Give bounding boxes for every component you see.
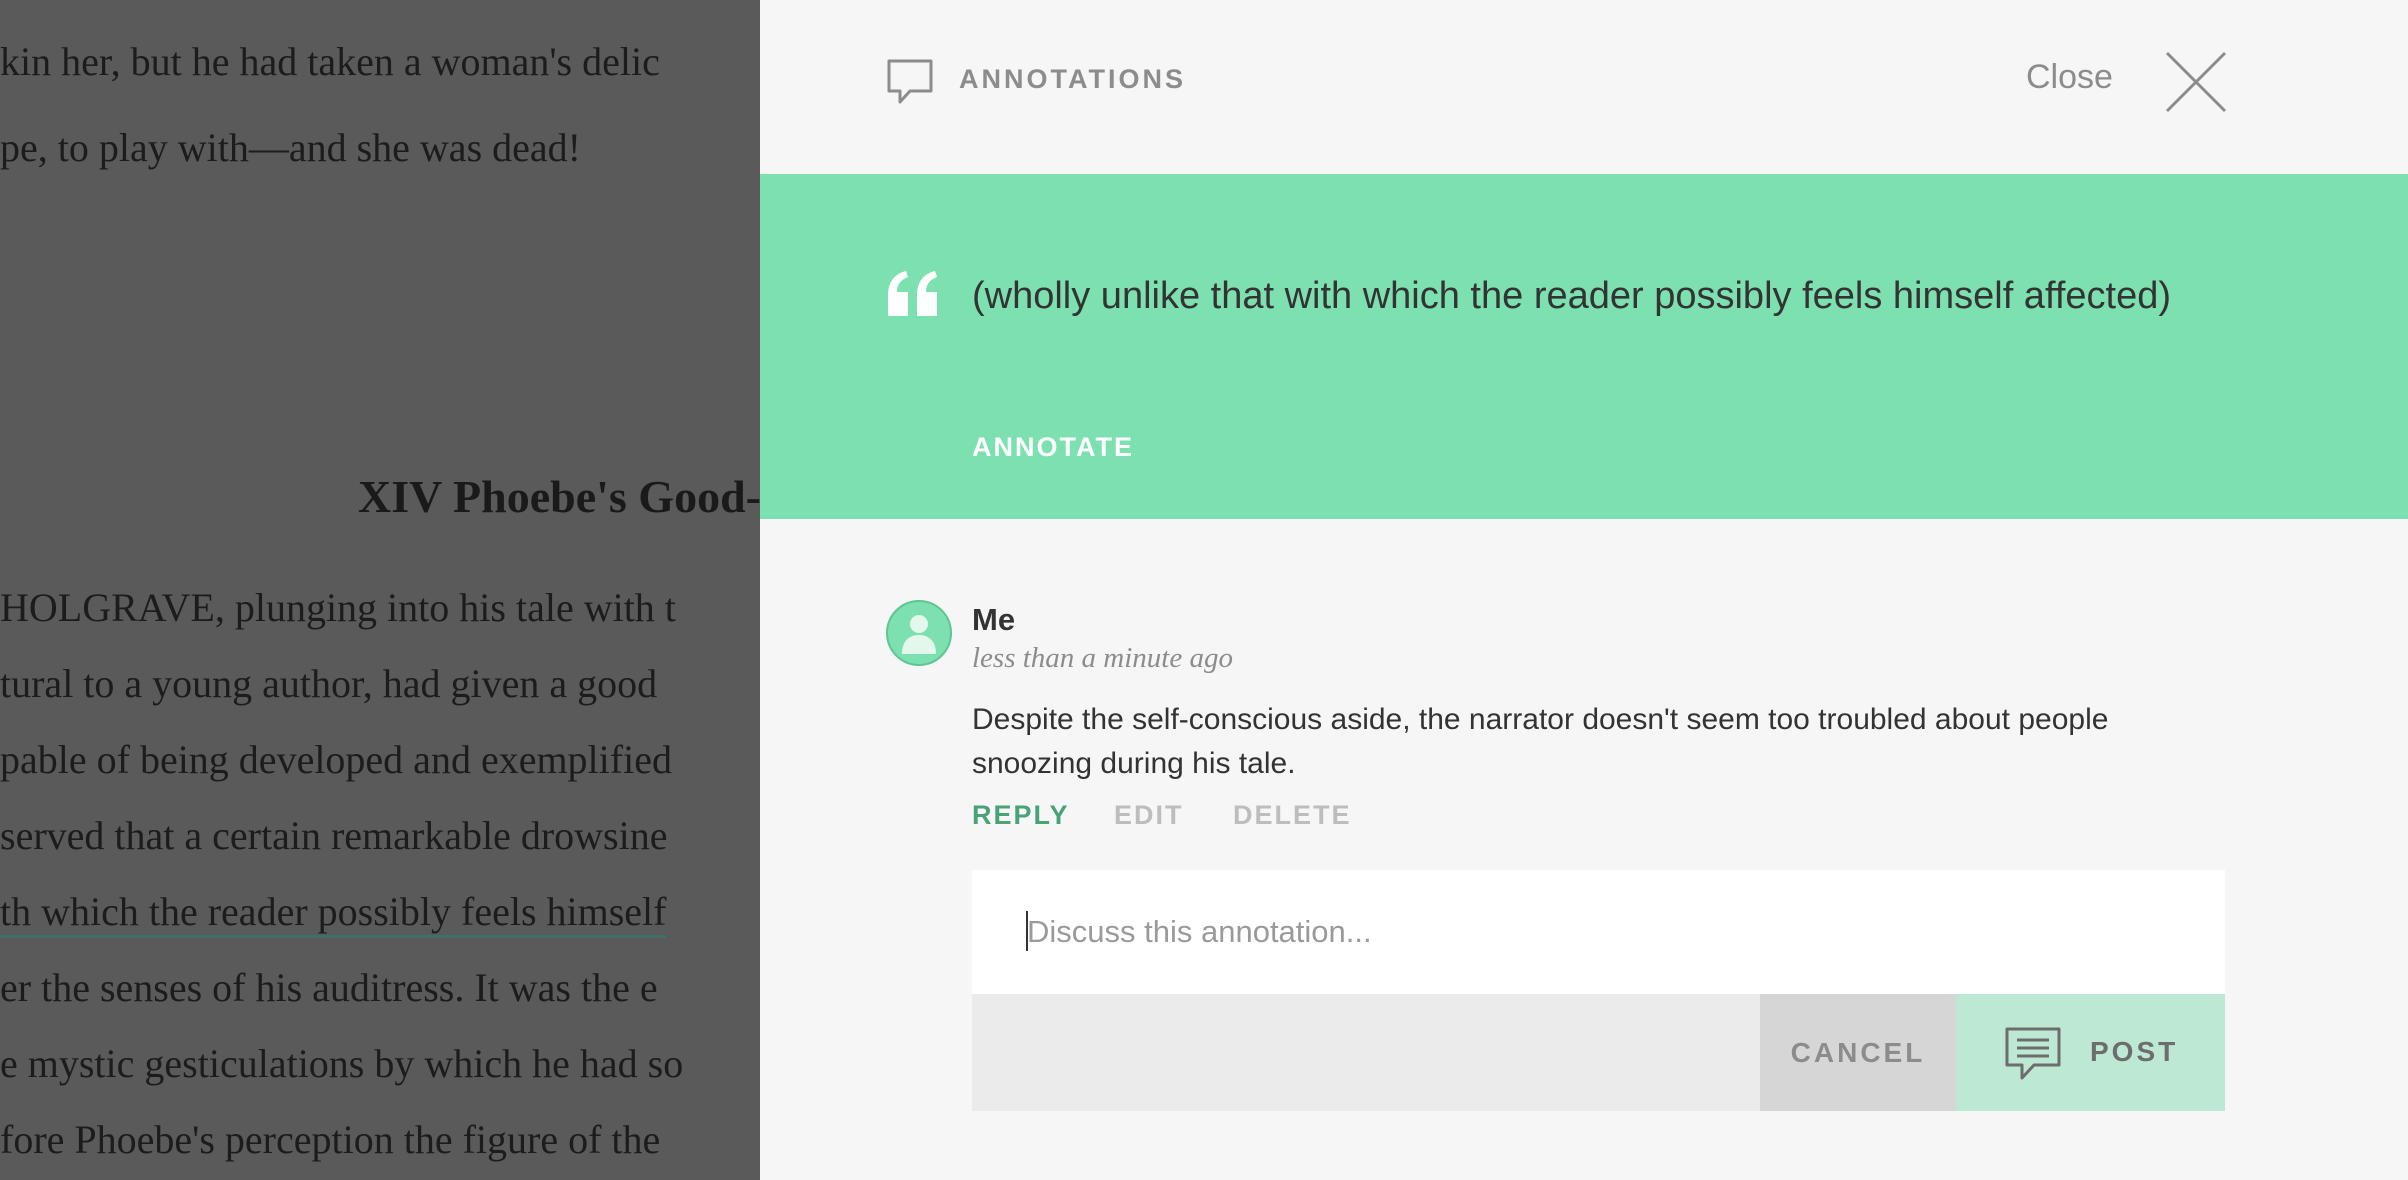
reader-background: kin her, but he had taken a woman's deli… [0,0,760,1180]
reader-line: e mystic gesticulations by which he had … [0,1041,684,1086]
panel-header: ANNOTATIONS Close [760,0,2408,174]
annotate-button[interactable]: ANNOTATE [972,432,1134,463]
discuss-input[interactable] [972,870,2225,994]
speech-bubble-icon [887,59,933,104]
highlighted-passage[interactable]: th which the reader possibly feels himse… [0,888,667,938]
quoted-text: (wholly unlike that with which the reade… [972,275,2171,317]
cancel-button[interactable]: CANCEL [1760,994,1956,1111]
reply-button[interactable]: REPLY [972,800,1070,831]
post-button[interactable]: POST [1956,994,2225,1111]
close-button-label[interactable]: Close [2026,58,2113,97]
chapter-heading: XIV Phoebe's Good- [358,471,760,522]
post-button-label: POST [2090,1036,2179,1067]
quote-mark-icon [888,271,937,316]
comment-author: Me [972,602,1016,637]
reader-line: er the senses of his auditress. It was t… [0,965,658,1010]
close-icon[interactable] [2164,50,2228,114]
reader-line: fore Phoebe's perception the figure of t… [0,1117,661,1162]
reader-line: HOLGRAVE, plunging into his tale with t [0,585,676,630]
comment-timestamp: less than a minute ago [972,642,1233,674]
annotations-panel: ANNOTATIONS Close (wholly unlike that wi… [760,0,2408,1180]
text-caret [1026,911,1028,951]
reader-line: pable of being developed and exemplified [0,737,672,782]
avatar [886,600,952,666]
reader-line: served that a certain remarkable drowsin… [0,813,668,858]
reader-line: pe, to play with—and she was dead! [0,125,581,170]
delete-button[interactable]: DELETE [1233,800,1352,831]
panel-title: ANNOTATIONS [959,64,1186,94]
chat-post-icon [2005,1027,2061,1080]
reader-line: kin her, but he had taken a woman's deli… [0,39,660,84]
reader-line: tural to a young author, had given a goo… [0,661,658,706]
user-icon [902,615,936,654]
quoted-passage-band: (wholly unlike that with which the reade… [760,174,2408,519]
edit-button[interactable]: EDIT [1114,800,1184,831]
comment-body: Despite the self-conscious aside, the na… [972,703,2109,780]
